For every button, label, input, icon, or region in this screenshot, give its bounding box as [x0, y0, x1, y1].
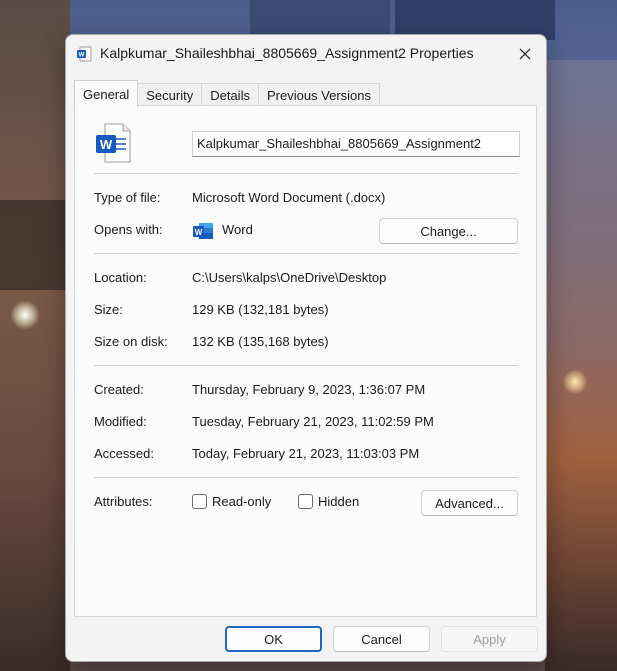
tab-general[interactable]: General [74, 80, 139, 107]
word-file-icon: W [96, 123, 131, 163]
readonly-checkbox[interactable]: Read-only [192, 494, 271, 509]
checkbox-box[interactable] [192, 494, 207, 509]
background-building-left [0, 0, 70, 671]
background-street-light [563, 370, 587, 394]
word-app-icon: W [193, 223, 213, 239]
change-button[interactable]: Change... [379, 218, 518, 244]
ok-button[interactable]: OK [225, 626, 322, 652]
background-street-light [10, 300, 40, 330]
size-value: 129 KB (132,181 bytes) [192, 302, 329, 317]
location-value: C:\Users\kalps\OneDrive\Desktop [192, 270, 387, 285]
size-on-disk-label: Size on disk: [94, 334, 168, 349]
modified-value: Tuesday, February 21, 2023, 11:02:59 PM [192, 414, 434, 429]
hidden-checkbox[interactable]: Hidden [298, 494, 359, 509]
checkbox-box[interactable] [298, 494, 313, 509]
window-title: Kalpkumar_Shaileshbhai_8805669_Assignmen… [100, 45, 474, 61]
title-bar[interactable]: W Kalpkumar_Shaileshbhai_8805669_Assignm… [66, 35, 546, 73]
close-button[interactable] [514, 43, 536, 65]
divider [94, 477, 518, 478]
divider [94, 253, 518, 254]
modified-label: Modified: [94, 414, 147, 429]
type-value: Microsoft Word Document (.docx) [192, 190, 386, 205]
cancel-button[interactable]: Cancel [333, 626, 430, 652]
divider [94, 365, 518, 366]
divider [94, 173, 518, 174]
tab-previous-versions[interactable]: Previous Versions [257, 83, 381, 106]
tab-details[interactable]: Details [201, 83, 259, 106]
tab-security[interactable]: Security [137, 83, 203, 106]
tab-strip: General Security Details Previous Versio… [74, 80, 381, 107]
opens-with-value: Word [222, 222, 253, 237]
size-on-disk-value: 132 KB (135,168 bytes) [192, 334, 329, 349]
background-balcony [0, 200, 66, 290]
file-name-field[interactable]: Kalpkumar_Shaileshbhai_8805669_Assignmen… [192, 131, 520, 157]
accessed-value: Today, February 21, 2023, 11:03:03 PM [192, 446, 420, 461]
properties-dialog: W Kalpkumar_Shaileshbhai_8805669_Assignm… [65, 34, 547, 662]
background-building-right [545, 60, 617, 671]
created-label: Created: [94, 382, 144, 397]
attributes-label: Attributes: [94, 494, 153, 509]
svg-text:W: W [100, 137, 113, 152]
size-label: Size: [94, 302, 123, 317]
type-label: Type of file: [94, 190, 161, 205]
created-value: Thursday, February 9, 2023, 1:36:07 PM [192, 382, 426, 397]
location-label: Location: [94, 270, 147, 285]
opens-with-label: Opens with: [94, 222, 163, 237]
hidden-label: Hidden [318, 494, 360, 509]
apply-button[interactable]: Apply [441, 626, 538, 652]
readonly-label: Read-only [212, 494, 272, 509]
word-document-icon: W [77, 46, 92, 62]
svg-text:W: W [79, 53, 85, 59]
svg-text:W: W [195, 228, 203, 237]
accessed-label: Accessed: [94, 446, 154, 461]
general-panel: W Kalpkumar_Shaileshbhai_8805669_Assignm… [74, 105, 537, 617]
advanced-button[interactable]: Advanced... [421, 490, 518, 516]
close-icon [519, 48, 531, 60]
